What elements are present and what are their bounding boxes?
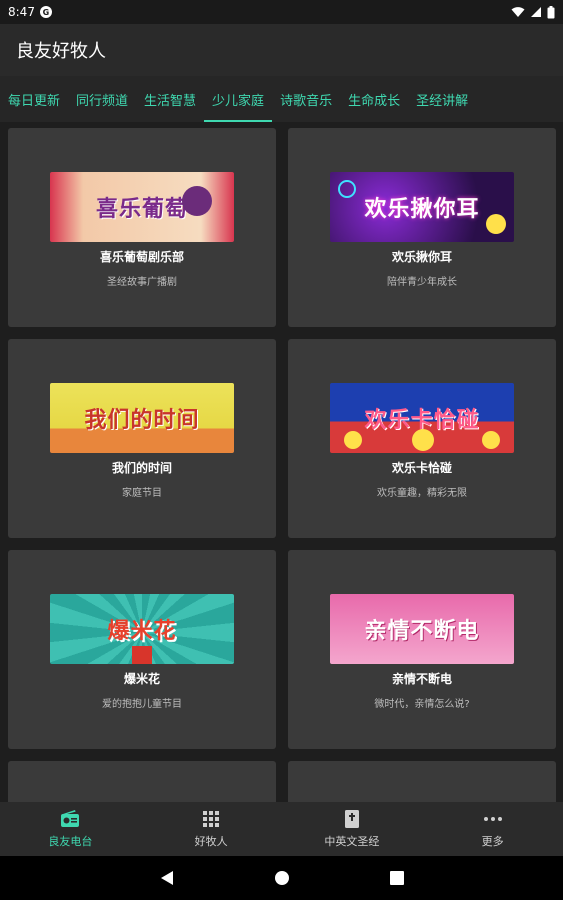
- nav-label: 好牧人: [194, 835, 228, 848]
- program-card[interactable]: 欢乐卡恰碰 欢乐卡恰碰 欢乐童趣，精彩无限: [288, 339, 556, 538]
- program-subtitle: 圣经故事广播剧: [107, 277, 177, 288]
- home-icon[interactable]: [274, 870, 290, 886]
- program-card[interactable]: 我们的时间 我们的时间 家庭节目: [8, 339, 276, 538]
- banner-logo: 我们的时间: [84, 408, 200, 433]
- tab-label: 每日更新: [8, 93, 61, 109]
- program-title: 亲情不断电: [391, 672, 452, 686]
- app-bar: 良友好牧人: [0, 24, 563, 76]
- tab-companion-channel[interactable]: 同行频道: [68, 76, 136, 122]
- program-title: 我们的时间: [111, 461, 172, 475]
- program-subtitle: 微时代，亲情怎么说?: [374, 699, 470, 710]
- nav-label: 良友电台: [48, 835, 93, 848]
- more-icon: [483, 809, 502, 829]
- nav-bible[interactable]: 中英文圣经: [282, 802, 423, 856]
- radio-icon: [60, 809, 80, 829]
- program-subtitle: 家庭节目: [122, 488, 162, 499]
- program-list: 喜乐葡萄 喜乐葡萄剧乐部 圣经故事广播剧 欢乐揪你耳 欢乐揪你耳 陪伴青少年成长…: [0, 122, 563, 802]
- nav-label: 更多: [481, 835, 504, 848]
- program-banner: 欢乐揪你耳: [330, 172, 514, 242]
- cell-signal-icon: [531, 7, 541, 17]
- program-banner: 我们的时间: [50, 383, 234, 453]
- tab-bible-teaching[interactable]: 圣经讲解: [408, 76, 476, 122]
- program-card[interactable]: 欢乐揪你耳 欢乐揪你耳 陪伴青少年成长: [288, 128, 556, 327]
- program-title: 喜乐葡萄剧乐部: [99, 250, 184, 264]
- battery-icon: [547, 5, 555, 18]
- back-icon[interactable]: [160, 870, 174, 886]
- tab-poetry-music[interactable]: 诗歌音乐: [272, 76, 340, 122]
- program-banner: 爆米花: [50, 594, 234, 664]
- smiley-icon: [482, 431, 500, 449]
- program-subtitle: 爱的抱抱儿童节目: [102, 699, 182, 710]
- tab-label: 诗歌音乐: [280, 93, 333, 109]
- program-card[interactable]: 喜乐葡萄 喜乐葡萄剧乐部 圣经故事广播剧: [8, 128, 276, 327]
- program-card[interactable]: [288, 761, 556, 802]
- banner-logo: 爆米花: [107, 619, 177, 644]
- grape-mascot-icon: [182, 186, 212, 216]
- tab-label: 生命成长: [348, 93, 401, 109]
- tab-label: 同行频道: [76, 93, 129, 109]
- banner-logo: 欢乐揪你耳: [364, 197, 480, 222]
- app-title: 良友好牧人: [16, 41, 106, 62]
- status-icons: [511, 5, 555, 19]
- program-card[interactable]: 爆米花 爆米花 爱的抱抱儿童节目: [8, 550, 276, 749]
- wifi-icon: [511, 7, 525, 17]
- program-subtitle: 欢乐童趣，精彩无限: [377, 488, 467, 499]
- recents-icon[interactable]: [389, 871, 404, 885]
- smiley-icon: [344, 431, 362, 449]
- smiley-icon: [412, 429, 434, 451]
- status-bar: 8:47 G: [0, 0, 563, 24]
- category-tabs: 每日更新 同行频道 生活智慧 少儿家庭 诗歌音乐 生命成长 圣经讲解: [0, 76, 563, 122]
- notification-icon: G: [39, 6, 52, 18]
- program-title: 欢乐卡恰碰: [391, 461, 452, 475]
- nav-good-shepherd[interactable]: 好牧人: [141, 802, 282, 856]
- tab-children-family[interactable]: 少儿家庭: [204, 76, 273, 122]
- program-banner: 欢乐卡恰碰: [330, 383, 514, 453]
- program-card[interactable]: [8, 761, 276, 802]
- banner-logo: 喜乐葡萄: [95, 197, 188, 222]
- tab-label: 生活智慧: [144, 93, 197, 109]
- tab-daily-update[interactable]: 每日更新: [0, 76, 68, 122]
- nav-more[interactable]: 更多: [422, 802, 563, 856]
- program-banner: 喜乐葡萄: [50, 172, 234, 242]
- smiley-icon: [338, 180, 356, 198]
- bible-icon: [344, 809, 359, 829]
- program-title: 爆米花: [123, 672, 160, 686]
- nav-radio[interactable]: 良友电台: [0, 802, 141, 856]
- program-banner: 亲情不断电: [330, 594, 514, 664]
- popcorn-icon: [132, 646, 152, 664]
- status-time: 8:47: [8, 5, 35, 19]
- tab-life-growth[interactable]: 生命成长: [340, 76, 408, 122]
- program-subtitle: 陪伴青少年成长: [387, 277, 457, 288]
- program-card[interactable]: 亲情不断电 亲情不断电 微时代，亲情怎么说?: [288, 550, 556, 749]
- program-title: 欢乐揪你耳: [391, 250, 452, 264]
- smiley-icon: [486, 214, 506, 234]
- program-grid: 喜乐葡萄 喜乐葡萄剧乐部 圣经故事广播剧 欢乐揪你耳 欢乐揪你耳 陪伴青少年成长…: [8, 128, 556, 802]
- banner-logo: 亲情不断电: [364, 619, 480, 644]
- system-nav-bar: [0, 856, 563, 900]
- tab-life-wisdom[interactable]: 生活智慧: [136, 76, 204, 122]
- bottom-nav: 良友电台 好牧人 中英文圣经 更多: [0, 802, 563, 856]
- tab-label: 少儿家庭: [212, 93, 265, 109]
- nav-label: 中英文圣经: [324, 835, 380, 848]
- tab-label: 圣经讲解: [416, 93, 469, 109]
- grid-icon: [203, 809, 220, 829]
